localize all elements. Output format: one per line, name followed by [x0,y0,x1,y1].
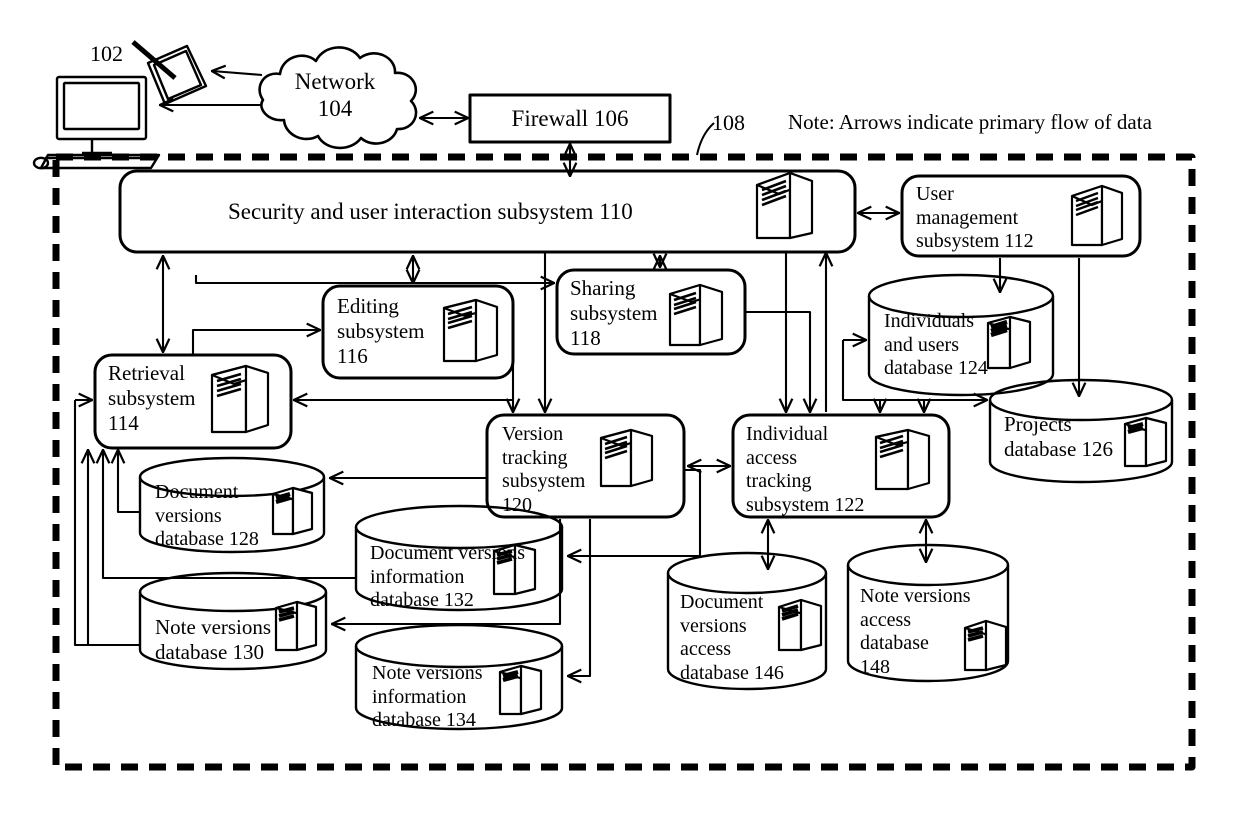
server-icon-110 [755,171,814,240]
label-148-l4: 148 [860,655,890,678]
label-134-l2: information [372,685,467,708]
server-icon-118 [668,283,724,347]
network-line2: 104 [317,96,353,122]
label-134-l1: Note versions [372,662,483,684]
label-128: Document versions database 128 [155,481,259,552]
bus-128-114 [116,452,140,514]
label-112-l3: subsystem 112 [916,230,1034,253]
label-112-l1: User [916,183,954,205]
label-146-l2: versions [680,614,747,637]
arrow-120-134 [568,519,592,676]
label-128-l2: versions [155,504,222,527]
label-124-l2: and users [884,333,959,356]
arrow-114-116 [191,330,320,354]
label-134-l3: database 134 [372,709,476,732]
label-130: Note versions database 130 [155,615,271,665]
label-128-l3: database 128 [155,528,259,551]
firewall-label: Firewall 106 [511,106,629,131]
label-114: Retrieval subsystem 114 [108,361,196,435]
label-118: Sharing subsystem 118 [570,276,658,350]
label-132-l3: database 132 [370,589,474,612]
label-134: Note versions information database 134 [372,662,483,733]
server-icon-122 [874,428,931,491]
label-116-l1: Editing [337,294,399,318]
label-124-l3: database 124 [884,357,988,380]
label-118-l1: Sharing [570,276,636,300]
server-icon-146 [777,598,823,652]
label-120-l1: Version [502,423,564,445]
server-icon-130 [274,600,318,652]
label-148: Note versions access database 148 [860,585,971,679]
label-122-l4: subsystem 122 [746,493,865,516]
server-icon-112 [1070,184,1124,247]
server-icon-134 [498,664,543,716]
server-icon-124 [986,315,1032,370]
label-116-l3: 116 [337,343,368,368]
server-icon-148 [963,619,1008,672]
label-122-l3: tracking [746,470,812,493]
label-116: Editing subsystem 116 [337,294,425,368]
network-line1: Network [294,69,376,94]
label-120-l3: subsystem [502,470,586,493]
label-148-l1: Note versions [860,585,971,607]
arrow-118-122 [745,310,810,412]
figure-canvas: 102 Network 104 Firewall 106 108 Note: A… [0,0,1240,833]
label-146-l3: access [680,638,732,661]
label-124-l1: Individuals [884,310,974,332]
label-122-l1: Individual [746,423,829,445]
label-124: Individuals and users database 124 [884,310,988,381]
label-112: User management subsystem 112 [916,183,1034,254]
server-icon-116 [442,298,499,363]
label-118-l2: subsystem [570,300,658,325]
label-148-l2: access [860,608,912,631]
server-icon-126 [1123,416,1168,468]
bus-124-feed [841,340,866,402]
ref-108: 108 [712,110,745,135]
label-114-l1: Retrieval [108,361,185,385]
label-146: Document versions access database 146 [680,591,784,685]
label-128-l1: Document [155,481,239,503]
arrow-band-118 [194,275,554,283]
label-110: Security and user interaction subsystem … [228,199,633,224]
label-116-l2: subsystem [337,318,425,343]
network-label: Network 104 [260,68,410,122]
label-146-l4: database 146 [680,661,784,684]
link-122-126 [949,420,1000,455]
tablet-icon [131,40,208,106]
label-126-l1: Projects [1004,412,1072,436]
label-132: Document versions information database 1… [370,542,525,613]
label-130-l2: database 130 [155,639,265,664]
bus-left-130 [73,400,140,647]
server-icon-120 [599,428,654,488]
label-146-l1: Document [680,591,764,613]
label-114-l2: subsystem [108,385,196,410]
label-130-l1: Note versions [155,615,272,639]
label-148-l3: database [860,632,929,655]
server-icon-128 [271,486,314,536]
label-126-l2: database 126 [1004,436,1114,461]
label-122: Individual access tracking subsystem 122 [746,423,864,517]
ref-102: 102 [90,41,123,66]
flow-note: Note: Arrows indicate primary flow of da… [788,110,1152,134]
label-120-l4: 120 [502,493,532,516]
label-120: Version tracking subsystem 120 [502,423,585,517]
server-icon-114 [210,364,270,434]
label-132-l1: Document versions [370,542,525,564]
label-132-l2: information [370,565,465,588]
label-122-l2: access [746,446,798,469]
label-118-l3: 118 [570,325,601,350]
label-120-l2: tracking [502,446,568,469]
client-computer-icon [32,75,161,170]
label-126: Projects database 126 [1004,412,1113,462]
arrow-network-to-tablet [212,71,263,75]
label-112-l2: management [916,206,1019,229]
label-114-l3: 114 [108,410,139,435]
